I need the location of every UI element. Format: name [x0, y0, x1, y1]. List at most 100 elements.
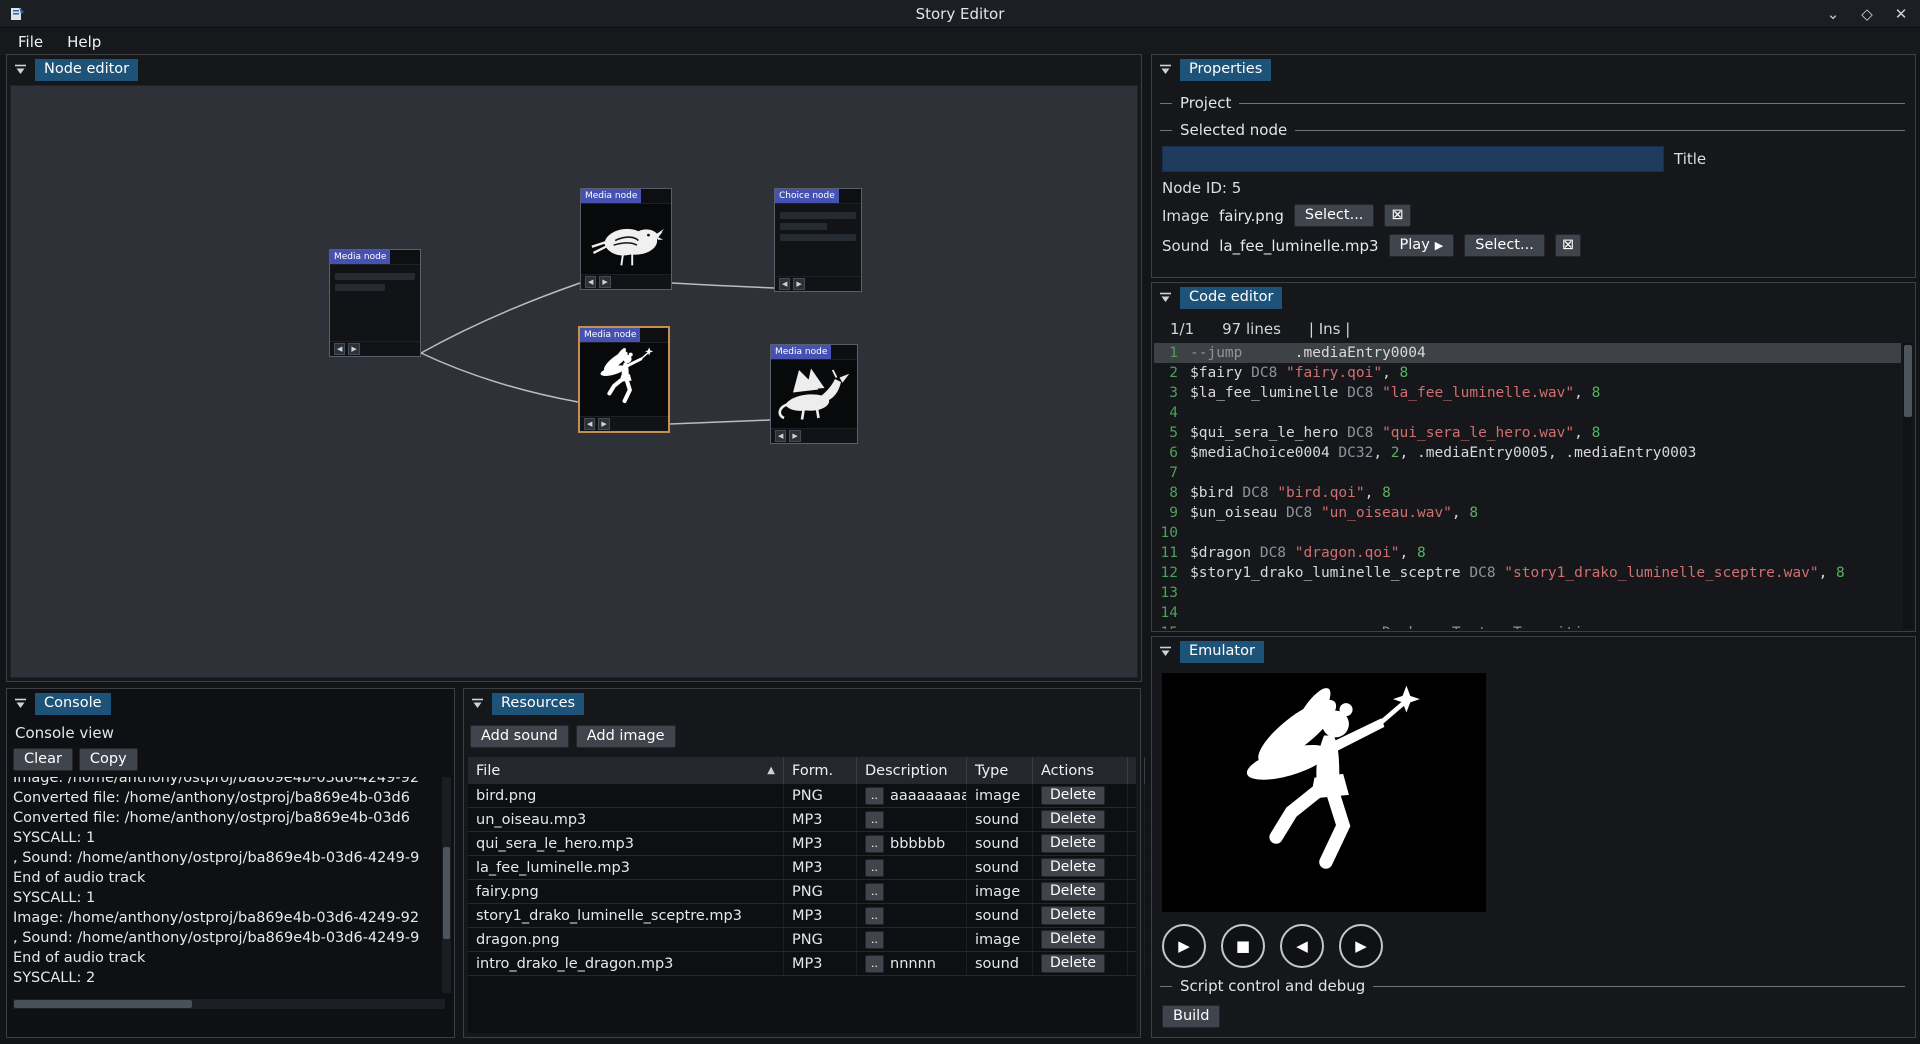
node-editor-panel: Node editor Media node ◀ ▶ Media node	[6, 54, 1142, 682]
line-number: 8	[1154, 483, 1190, 503]
node-next-button[interactable]: ▶	[348, 343, 359, 355]
add-sound-button[interactable]: Add sound	[470, 725, 569, 748]
menu-file[interactable]: File	[8, 31, 53, 53]
code-line[interactable]: 3$la_fee_luminelle DC8 "la_fee_luminelle…	[1154, 383, 1901, 403]
minimize-icon[interactable]: ⌄	[1824, 5, 1842, 23]
image-select-button[interactable]: Select...	[1294, 204, 1375, 227]
code-line[interactable]: 1--jump .mediaEntry0004	[1154, 343, 1901, 363]
edit-description-button[interactable]: ..	[865, 787, 884, 805]
node-prev-button[interactable]: ◀	[584, 418, 595, 430]
code-token: $bird	[1190, 483, 1242, 503]
code-line[interactable]: 14	[1154, 603, 1901, 623]
code-line[interactable]: 5$qui_sera_le_hero DC8 "qui_sera_le_hero…	[1154, 423, 1901, 443]
node-prev-button[interactable]: ◀	[779, 278, 790, 290]
step-back-button[interactable]: ◀	[1280, 924, 1324, 968]
table-row[interactable]: story1_drako_luminelle_sceptre.mp3 MP3 .…	[468, 904, 1136, 928]
edit-description-button[interactable]: ..	[865, 955, 884, 973]
code-line[interactable]: 10	[1154, 523, 1901, 543]
console-hscrollbar-thumb[interactable]	[14, 1000, 192, 1008]
collapse-icon[interactable]	[470, 697, 485, 711]
node-dragon[interactable]: Media node ◀ ▶	[770, 344, 858, 444]
table-row[interactable]: fairy.png PNG .. image Delete	[468, 880, 1136, 904]
edit-description-button[interactable]: ..	[865, 811, 884, 829]
edit-description-button[interactable]: ..	[865, 883, 884, 901]
table-row[interactable]: la_fee_luminelle.mp3 MP3 .. sound Delete	[468, 856, 1136, 880]
collapse-icon[interactable]	[1158, 63, 1173, 77]
delete-button[interactable]: Delete	[1041, 834, 1105, 853]
console-log[interactable]: Image: /home/anthony/ostproj/ba869e4b-03…	[13, 777, 444, 993]
code-editor-header: Code editor	[1152, 283, 1915, 313]
column-form[interactable]: Form.	[784, 757, 857, 784]
code-line[interactable]: 2$fairy DC8 "fairy.qoi", 8	[1154, 363, 1901, 383]
sound-play-button[interactable]: Play▶	[1389, 234, 1455, 257]
edit-description-button[interactable]: ..	[865, 859, 884, 877]
collapse-icon[interactable]	[13, 63, 28, 77]
edit-description-button[interactable]: ..	[865, 835, 884, 853]
collapse-icon[interactable]	[13, 697, 28, 711]
edit-description-button[interactable]: ..	[865, 931, 884, 949]
table-row[interactable]: bird.png PNG ..aaaaaaaaa image Delete	[468, 784, 1136, 808]
console-hscrollbar[interactable]	[13, 999, 445, 1009]
clear-button[interactable]: Clear	[13, 748, 73, 771]
code-line[interactable]: 8$bird DC8 "bird.qoi", 8	[1154, 483, 1901, 503]
table-row[interactable]: qui_sera_le_hero.mp3 MP3 ..bbbbbb sound …	[468, 832, 1136, 856]
column-file[interactable]: File▲	[468, 757, 784, 784]
node-next-button[interactable]: ▶	[789, 430, 800, 442]
collapse-icon[interactable]	[1158, 291, 1173, 305]
column-type[interactable]: Type	[967, 757, 1033, 784]
close-icon[interactable]: ✕	[1892, 5, 1910, 23]
table-row[interactable]: un_oiseau.mp3 MP3 .. sound Delete	[468, 808, 1136, 832]
code-line[interactable]: 4	[1154, 403, 1901, 423]
node-fairy-selected[interactable]: Media node ◀ ▶	[578, 326, 670, 433]
maximize-icon[interactable]: ◇	[1858, 5, 1876, 23]
stop-button[interactable]: ■	[1221, 924, 1265, 968]
node-prev-button[interactable]: ◀	[585, 276, 596, 288]
node-canvas[interactable]: Media node ◀ ▶ Media node ◀ ▶ Choice nod…	[10, 85, 1138, 678]
console-vscrollbar[interactable]	[442, 777, 451, 993]
step-forward-button[interactable]: ▶	[1339, 924, 1383, 968]
code-area[interactable]: 1--jump .mediaEntry0004 2$fairy DC8 "fai…	[1154, 343, 1901, 629]
table-row[interactable]: intro_drako_le_dragon.mp3 MP3 ..nnnnn so…	[468, 952, 1136, 976]
node-next-button[interactable]: ▶	[599, 276, 610, 288]
description-cell: ..	[857, 880, 967, 903]
code-scrollbar-thumb[interactable]	[1904, 345, 1912, 417]
console-vscrollbar-thumb[interactable]	[443, 847, 450, 939]
table-row[interactable]: dragon.png PNG .. image Delete	[468, 928, 1136, 952]
delete-button[interactable]: Delete	[1041, 858, 1105, 877]
build-button[interactable]: Build	[1162, 1005, 1220, 1028]
delete-button[interactable]: Delete	[1041, 882, 1105, 901]
node-choice[interactable]: Choice node ◀ ▶	[774, 188, 862, 292]
node-prev-button[interactable]: ◀	[775, 430, 786, 442]
delete-button[interactable]: Delete	[1041, 930, 1105, 949]
sound-select-button[interactable]: Select...	[1464, 234, 1545, 257]
play-button[interactable]: ▶	[1162, 924, 1206, 968]
code-line[interactable]: 7	[1154, 463, 1901, 483]
code-line[interactable]: 6$mediaChoice0004 DC32, 2, .mediaEntry00…	[1154, 443, 1901, 463]
title-input[interactable]	[1162, 146, 1664, 172]
code-line[interactable]: 12$story1_drako_luminelle_sceptre DC8 "s…	[1154, 563, 1901, 583]
node-footer: ◀ ▶	[581, 274, 671, 289]
node-bird[interactable]: Media node ◀ ▶	[580, 188, 672, 290]
node-prev-button[interactable]: ◀	[334, 343, 345, 355]
add-image-button[interactable]: Add image	[576, 725, 676, 748]
code-line[interactable]: 15 Drako Text Transition	[1154, 623, 1901, 629]
code-line[interactable]: 11$dragon DC8 "dragon.qoi", 8	[1154, 543, 1901, 563]
menu-help[interactable]: Help	[57, 31, 111, 53]
column-description[interactable]: Description	[857, 757, 967, 784]
code-line[interactable]: 9$un_oiseau DC8 "un_oiseau.wav", 8	[1154, 503, 1901, 523]
edit-description-button[interactable]: ..	[865, 907, 884, 925]
delete-button[interactable]: Delete	[1041, 954, 1105, 973]
delete-button[interactable]: Delete	[1041, 786, 1105, 805]
delete-button[interactable]: Delete	[1041, 810, 1105, 829]
image-clear-button[interactable]: ⊠	[1384, 204, 1410, 227]
code-line[interactable]: 13	[1154, 583, 1901, 603]
delete-button[interactable]: Delete	[1041, 906, 1105, 925]
node-next-button[interactable]: ▶	[598, 418, 609, 430]
sound-clear-button[interactable]: ⊠	[1555, 234, 1581, 257]
node-next-button[interactable]: ▶	[793, 278, 804, 290]
column-actions[interactable]: Actions	[1033, 757, 1128, 784]
node-start[interactable]: Media node ◀ ▶	[329, 249, 421, 357]
collapse-icon[interactable]	[1158, 645, 1173, 659]
copy-button[interactable]: Copy	[79, 748, 138, 771]
code-scrollbar[interactable]	[1903, 343, 1913, 629]
